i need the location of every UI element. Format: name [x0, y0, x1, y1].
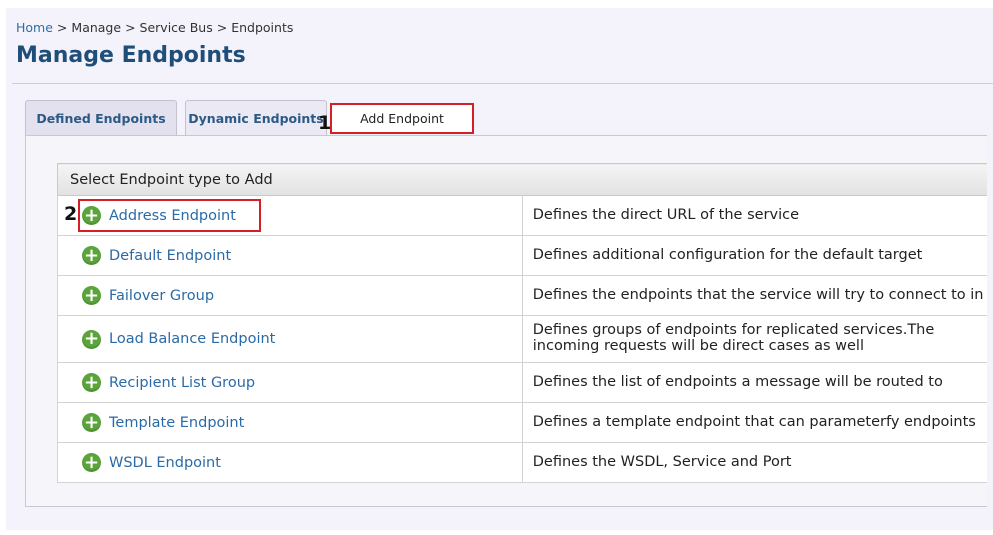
plus-circle-icon: + — [82, 371, 101, 393]
add-recipient-list-group-link[interactable]: + Recipient List Group — [82, 373, 255, 392]
endpoint-name: WSDL Endpoint — [109, 454, 221, 471]
callout-number-2: 2 — [64, 203, 78, 225]
plus-circle-icon: + — [82, 411, 101, 433]
title-divider — [12, 83, 993, 84]
add-load-balance-endpoint-link[interactable]: + Load Balance Endpoint — [82, 328, 276, 349]
table-row: + Recipient List Group Defines the list … — [57, 362, 987, 403]
table-row: + Default Endpoint Defines additional co… — [57, 235, 987, 276]
endpoint-description: Defines a template endpoint that can par… — [521, 402, 987, 443]
endpoint-name: Recipient List Group — [109, 374, 256, 391]
endpoint-description: Defines groups of endpoints for replicat… — [521, 315, 987, 363]
endpoint-name: Default Endpoint — [109, 247, 232, 264]
add-template-endpoint-link[interactable]: + Template Endpoint — [82, 413, 244, 432]
endpoint-description: Defines the direct URL of the service — [521, 195, 987, 236]
endpoint-description: Defines additional configuration for the… — [521, 235, 987, 276]
breadcrumb-separator: > — [125, 20, 136, 35]
add-default-endpoint-link[interactable]: + Default Endpoint — [82, 246, 231, 265]
breadcrumb-separator: > — [56, 20, 68, 35]
add-failover-group-link[interactable]: + Failover Group — [82, 286, 214, 305]
table-header: Select Endpoint type to Add — [57, 163, 987, 196]
plus-circle-icon: + — [82, 244, 101, 266]
endpoint-description: Defines the WSDL, Service and Port — [521, 442, 987, 483]
address-endpoint-highlight — [78, 199, 261, 232]
tab-dynamic-endpoints[interactable]: Dynamic Endpoints — [185, 100, 327, 136]
breadcrumb-service-bus: Service Bus — [139, 20, 213, 35]
tab-add-endpoint[interactable]: Add Endpoint — [330, 103, 474, 134]
endpoint-name: Load Balance Endpoint — [109, 331, 276, 347]
plus-circle-icon: + — [82, 328, 101, 349]
plus-circle-icon: + — [82, 451, 101, 473]
callout-number-1: 1 — [318, 112, 332, 134]
table-row: + Template Endpoint Defines a template e… — [57, 402, 987, 443]
breadcrumb-separator: > — [216, 20, 228, 35]
table-row: + Load Balance Endpoint Defines groups o… — [57, 315, 987, 363]
add-wsdl-endpoint-link[interactable]: + WSDL Endpoint — [82, 453, 221, 472]
plus-circle-icon: + — [82, 284, 101, 306]
table-row: + Failover Group Defines the endpoints t… — [57, 275, 987, 316]
tab-defined-endpoints[interactable]: Defined Endpoints — [25, 100, 177, 136]
table-row: + WSDL Endpoint Defines the WSDL, Servic… — [57, 442, 987, 483]
endpoint-description: Defines the list of endpoints a message … — [521, 362, 987, 403]
breadcrumb: Home > Manage > Service Bus > Endpoints — [16, 20, 293, 35]
endpoint-name: Template Endpoint — [109, 414, 245, 431]
endpoint-name: Failover Group — [109, 287, 215, 304]
endpoint-description: Defines the endpoints that the service w… — [521, 275, 987, 316]
breadcrumb-endpoints: Endpoints — [231, 20, 294, 35]
breadcrumb-manage: Manage — [71, 20, 122, 35]
breadcrumb-home-link[interactable]: Home — [16, 20, 53, 35]
page-title: Manage Endpoints — [16, 43, 246, 68]
